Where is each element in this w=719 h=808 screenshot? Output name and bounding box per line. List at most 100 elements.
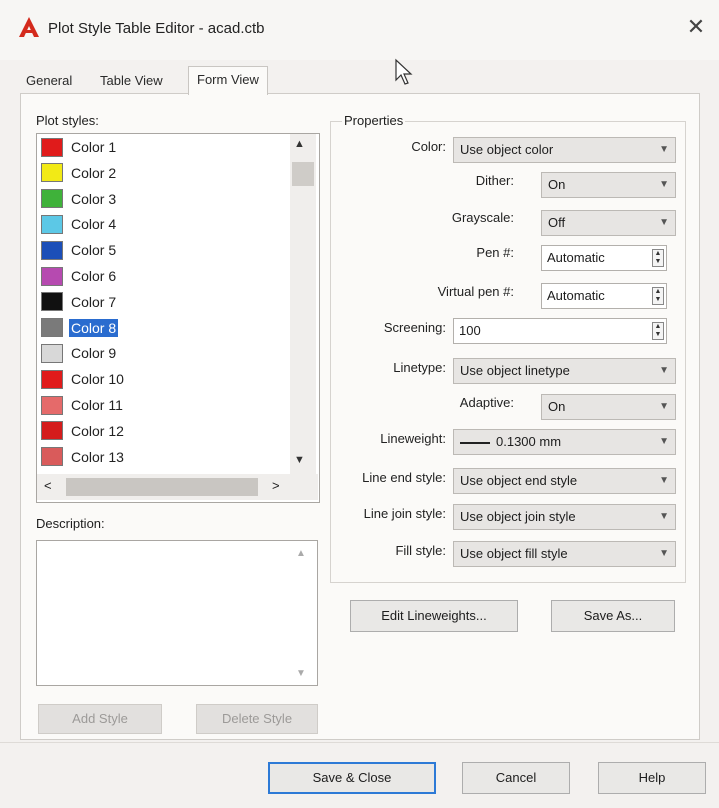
color-swatch-icon bbox=[41, 369, 63, 389]
chevron-down-icon: ▼ bbox=[659, 548, 669, 559]
plot-style-label: Color 1 bbox=[71, 139, 117, 155]
color-swatch-icon bbox=[41, 163, 63, 183]
pen-label: Pen #: bbox=[476, 245, 514, 260]
adaptive-label: Adaptive: bbox=[459, 395, 514, 410]
chevron-down-icon: ▼ bbox=[659, 217, 669, 228]
window-title: Plot Style Table Editor - acad.ctb bbox=[48, 20, 265, 37]
desc-scroll-down-icon: ▼ bbox=[296, 668, 306, 679]
plot-style-label: Color 4 bbox=[71, 216, 117, 233]
desc-scroll-up-icon: ▲ bbox=[296, 548, 306, 559]
lineweight-select[interactable]: 0.1300 mm ▼ bbox=[453, 429, 676, 455]
color-swatch-icon bbox=[41, 240, 63, 260]
plot-style-label: Color 13 bbox=[71, 448, 124, 465]
chevron-down-icon: ▼ bbox=[659, 365, 669, 376]
plot-style-item[interactable]: Color 5 bbox=[41, 237, 118, 263]
linetype-label: Linetype: bbox=[393, 360, 446, 375]
scroll-down-icon[interactable]: ▼ bbox=[294, 454, 305, 466]
chevron-down-icon: ▼ bbox=[659, 475, 669, 486]
chevron-down-icon: ▼ bbox=[659, 179, 669, 190]
list-scroll-thumb[interactable] bbox=[292, 162, 314, 186]
color-swatch-icon bbox=[41, 343, 63, 363]
plot-style-label: Color 8 bbox=[67, 317, 120, 338]
pen-value: Automatic bbox=[547, 250, 605, 265]
scroll-right-icon[interactable]: > bbox=[272, 478, 280, 493]
chevron-down-icon: ▼ bbox=[659, 436, 669, 447]
plot-style-label: Color 10 bbox=[71, 371, 124, 388]
tab-form-view[interactable]: Form View bbox=[188, 66, 268, 95]
spinner-icon[interactable]: ▲ ▼ bbox=[652, 287, 664, 305]
virtual-pen-field[interactable]: Automatic ▲ ▼ bbox=[541, 283, 667, 309]
plot-style-item[interactable]: Color 3 bbox=[41, 186, 118, 212]
plot-style-item[interactable]: Color 4 bbox=[41, 211, 118, 237]
plot-style-item[interactable]: Color 11 bbox=[41, 392, 125, 418]
linetype-value: Use object linetype bbox=[460, 363, 570, 378]
tab-table-view[interactable]: Table View bbox=[100, 70, 163, 92]
plot-style-label: Color 11 bbox=[71, 397, 123, 413]
add-style-button[interactable]: Add Style bbox=[38, 704, 162, 734]
lineweight-swatch-icon bbox=[460, 441, 490, 444]
spinner-icon[interactable]: ▲ ▼ bbox=[652, 249, 664, 267]
close-button[interactable]: ✕ bbox=[684, 14, 708, 40]
line-end-style-label: Line end style: bbox=[362, 470, 446, 485]
dither-value: On bbox=[548, 177, 566, 192]
screening-field[interactable]: 100 ▲ ▼ bbox=[453, 318, 667, 344]
plot-style-item[interactable]: Color 10 bbox=[41, 366, 126, 392]
color-swatch-icon bbox=[41, 292, 63, 312]
dither-select[interactable]: On ▼ bbox=[541, 172, 676, 198]
fill-style-label: Fill style: bbox=[395, 543, 446, 558]
delete-style-button[interactable]: Delete Style bbox=[196, 704, 318, 734]
plot-style-label: Color 7 bbox=[71, 293, 117, 310]
scroll-left-icon[interactable]: < bbox=[44, 478, 52, 493]
linetype-select[interactable]: Use object linetype ▼ bbox=[453, 358, 676, 384]
cancel-button[interactable]: Cancel bbox=[462, 762, 570, 794]
plot-style-label: Color 6 bbox=[71, 268, 117, 284]
grayscale-label: Grayscale: bbox=[451, 210, 514, 225]
color-select[interactable]: Use object color ▼ bbox=[453, 137, 676, 163]
plot-style-item[interactable]: Color 7 bbox=[41, 289, 118, 315]
color-swatch-icon bbox=[41, 421, 63, 441]
color-swatch-icon bbox=[41, 318, 63, 338]
plot-style-item[interactable]: Color 8 bbox=[41, 315, 120, 341]
color-swatch-icon bbox=[41, 214, 63, 234]
screening-label: Screening: bbox=[383, 320, 446, 335]
color-value: Use object color bbox=[460, 142, 554, 157]
plot-styles-label: Plot styles: bbox=[36, 113, 99, 128]
lineweight-value: 0.1300 mm bbox=[496, 434, 562, 449]
plot-style-item[interactable]: Color 6 bbox=[41, 263, 118, 289]
color-swatch-icon bbox=[41, 137, 63, 157]
properties-label: Properties bbox=[342, 113, 406, 128]
divider bbox=[0, 742, 719, 743]
fill-style-select[interactable]: Use object fill style ▼ bbox=[453, 541, 676, 567]
color-swatch-icon bbox=[41, 395, 63, 415]
scroll-up-icon[interactable]: ▲ bbox=[294, 138, 305, 150]
mouse-cursor-icon bbox=[394, 58, 414, 88]
spinner-icon[interactable]: ▲ ▼ bbox=[652, 322, 664, 340]
line-end-style-select[interactable]: Use object end style ▼ bbox=[453, 468, 676, 494]
grayscale-select[interactable]: Off ▼ bbox=[541, 210, 676, 236]
plot-style-item[interactable]: Color 13 bbox=[41, 444, 126, 470]
virtual-pen-value: Automatic bbox=[547, 288, 605, 303]
tab-general[interactable]: General bbox=[26, 70, 72, 92]
color-swatch-icon bbox=[41, 189, 63, 209]
plot-styles-list[interactable]: Color 1 Color 2 Color 3 Color 4 Color 5 Color… bbox=[36, 133, 320, 503]
plot-style-item[interactable]: Color 9 bbox=[41, 340, 118, 366]
plot-style-label: Color 3 bbox=[71, 190, 117, 207]
list-hscroll-thumb[interactable] bbox=[66, 478, 258, 496]
plot-style-label: Color 12 bbox=[71, 422, 124, 439]
save-and-close-button[interactable]: Save & Close bbox=[268, 762, 436, 794]
plot-style-item[interactable]: Color 1 bbox=[41, 134, 118, 160]
screening-value: 100 bbox=[459, 323, 481, 338]
adaptive-value: On bbox=[548, 399, 566, 414]
grayscale-value: Off bbox=[548, 215, 566, 230]
line-join-style-select[interactable]: Use object join style ▼ bbox=[453, 504, 676, 530]
edit-lineweights-button[interactable]: Edit Lineweights... bbox=[350, 600, 518, 632]
description-textarea[interactable] bbox=[36, 540, 318, 686]
autocad-logo-icon bbox=[18, 16, 40, 38]
lineweight-label: Lineweight: bbox=[380, 431, 446, 446]
plot-style-item[interactable]: Color 2 bbox=[41, 160, 118, 186]
help-button[interactable]: Help bbox=[598, 762, 706, 794]
plot-style-item[interactable]: Color 12 bbox=[41, 418, 126, 444]
adaptive-select[interactable]: On ▼ bbox=[541, 394, 676, 420]
pen-number-field[interactable]: Automatic ▲ ▼ bbox=[541, 245, 667, 271]
save-as-button[interactable]: Save As... bbox=[551, 600, 675, 632]
